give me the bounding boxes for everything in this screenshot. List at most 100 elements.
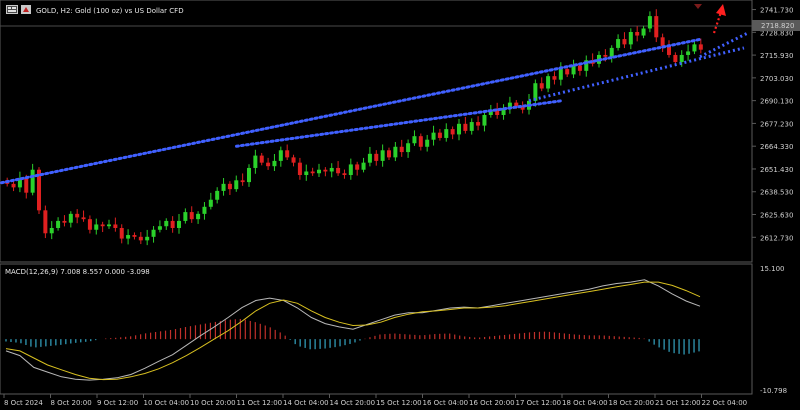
price-tick-label: 2715.930: [760, 52, 793, 60]
candle-body: [240, 180, 245, 183]
symbol-icon[interactable]: [21, 5, 31, 14]
candle-body: [11, 183, 16, 188]
candle-body: [463, 123, 468, 131]
candle-body: [304, 171, 309, 176]
candle-body: [278, 150, 283, 161]
candle-body: [196, 213, 201, 220]
candle-body: [49, 227, 54, 234]
price-tick-label: 2741.730: [760, 7, 793, 15]
candle-body: [628, 32, 633, 45]
time-tick-label: 11 Oct 12:00: [237, 399, 283, 407]
candle-body: [208, 199, 213, 207]
macd-lines: [5, 279, 701, 381]
chart-window-icon[interactable]: [6, 5, 18, 14]
candles: [5, 9, 703, 246]
candle-body: [56, 220, 61, 228]
candle-body: [482, 114, 487, 126]
arrow-head-icon: [716, 4, 726, 16]
candle-body: [145, 236, 150, 241]
time-tick-label: 14 Oct 20:00: [330, 399, 376, 407]
candle-body: [342, 173, 347, 176]
candle-body: [24, 178, 29, 193]
candle-body: [367, 153, 372, 163]
candle-body: [444, 129, 449, 138]
candle-body: [227, 183, 232, 190]
time-tick-label: 10 Oct 04:00: [144, 399, 190, 407]
candle-body: [75, 213, 80, 218]
candle-body: [138, 236, 143, 241]
time-tick-label: 8 Oct 2024: [4, 399, 43, 407]
macd-title: MACD(12,26,9) 7.008 8.557 0.000 -3.098: [5, 268, 150, 276]
candle-body: [107, 224, 111, 227]
candle-body: [393, 146, 398, 158]
candle-body: [94, 224, 99, 230]
candle-body: [412, 136, 417, 144]
candle-body: [616, 39, 621, 48]
candle-body: [476, 122, 481, 126]
time-tick-label: 8 Oct 20:00: [51, 399, 92, 407]
macd-tick-label: 15.100: [760, 265, 785, 273]
candle-body: [622, 39, 627, 45]
candle-body: [673, 54, 678, 63]
candle-body: [552, 76, 557, 80]
candle-body: [539, 83, 544, 89]
trendlines[interactable]: [0, 31, 749, 192]
time-tick-label: 17 Oct 12:00: [516, 399, 562, 407]
candle-body: [317, 169, 321, 174]
time-axis: 8 Oct 2024 8 Oct 20:00 9 Oct 12:00 10 Oct 0…: [3, 394, 747, 407]
candle-body: [170, 220, 175, 228]
candle-body: [272, 160, 277, 167]
time-tick-label: 18 Oct 20:00: [609, 399, 655, 407]
candle-body: [202, 206, 207, 214]
chart-root: GOLD, H2: Gold (100 oz) vs US Dollar CFD…: [0, 0, 800, 407]
candle-body: [457, 123, 461, 135]
macd-line: [5, 281, 701, 381]
candle-body: [437, 132, 442, 138]
candle-body: [126, 235, 131, 239]
candle-body: [635, 32, 640, 36]
time-tick-label: 9 Oct 12:00: [97, 399, 138, 407]
candle-body: [68, 213, 73, 223]
candle-body: [336, 167, 341, 174]
candle-body: [297, 162, 302, 176]
candle-body: [654, 16, 659, 38]
candle-body: [62, 220, 67, 223]
candle-body: [355, 164, 360, 170]
price-axis: 2741.7302728.8302715.9302703.0302690.130…: [752, 7, 793, 242]
time-tick-label: 21 Oct 12:00: [655, 399, 701, 407]
candle-body: [253, 155, 258, 168]
price-panel-frame: [0, 0, 753, 263]
candle-body: [380, 150, 385, 161]
candle-body: [361, 162, 366, 170]
candle-body: [692, 44, 697, 52]
candle-body: [406, 143, 411, 153]
price-tick-label: 2664.330: [760, 143, 793, 151]
candle-body: [285, 150, 290, 158]
candle-body: [546, 76, 551, 89]
candle-body: [157, 226, 162, 230]
candle-body: [558, 69, 563, 80]
candle-body: [450, 129, 455, 135]
candle-body: [514, 102, 519, 107]
candle-body: [469, 122, 474, 131]
candle-body: [183, 212, 188, 221]
candle-body: [259, 155, 264, 163]
candle-body: [565, 69, 570, 75]
projection-arrow[interactable]: [712, 4, 726, 34]
time-tick-label: 15 Oct 12:00: [376, 399, 422, 407]
candle-body: [425, 139, 430, 147]
price-tick-label: 2677.230: [760, 120, 793, 128]
price-tick-label: 2703.030: [760, 75, 793, 83]
candle-body: [387, 150, 391, 158]
price-tick-label: 2638.530: [760, 189, 793, 197]
candle-body: [310, 171, 315, 174]
candle-body: [189, 212, 194, 220]
candle-body: [43, 210, 48, 234]
price-tick-label: 2625.630: [760, 212, 793, 220]
candle-body: [234, 180, 239, 190]
candle-body: [679, 54, 684, 63]
candle-body: [431, 132, 436, 140]
candle-body: [291, 157, 296, 163]
candle-body: [418, 136, 423, 147]
candle-body: [660, 37, 665, 47]
